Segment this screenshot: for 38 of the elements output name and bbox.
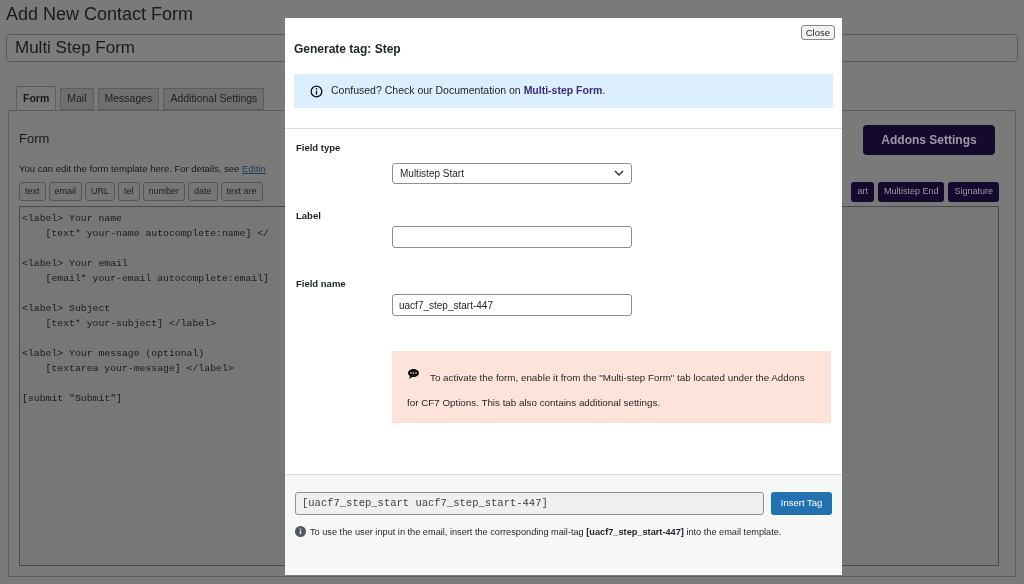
help-text: You can edit the form template here. For details, see Editin: [19, 161, 267, 176]
insert-tag-button[interactable]: Insert Tag: [771, 492, 832, 515]
tag-button[interactable]: text: [19, 181, 46, 201]
tag-button[interactable]: text are: [220, 181, 263, 201]
chevron-down-icon: [614, 170, 624, 178]
field-label: Field type: [296, 141, 342, 155]
tag-button[interactable]: email: [48, 181, 83, 201]
tag-button[interactable]: art: [851, 181, 874, 202]
notice-text: To activate the form, enable it from the "Multi-step Form" tab located under the Addons for CF7 Options. This tab also contains additional settings.: [407, 365, 816, 415]
info-icon: [310, 84, 323, 98]
documentation-link[interactable]: Editin: [242, 162, 266, 174]
dialog-title: Generate tag: Step: [294, 41, 402, 58]
template-code: <label> Your name [text* your-name autocomplete:name] </ <label> Your email [email* your-email autocomplete:email] <label> Subject [text* your-subject] </label> <label> Your message (optional) [textarea your-message] </label> [submit "Submit"]: [22, 211, 269, 406]
tag-code-field[interactable]: [uacf7_step_start uacf7_step_start-447]: [295, 492, 765, 515]
select-value: Multistep Start: [400, 167, 464, 182]
tag-button[interactable]: Multistep End: [877, 181, 945, 202]
tag-button[interactable]: date: [188, 181, 218, 201]
field-label: Field name: [296, 277, 347, 291]
page-title: Add New Contact Form: [6, 3, 195, 25]
info-icon: [295, 526, 306, 538]
close-button[interactable]: Close: [800, 25, 835, 40]
mail-tag-note: To use the user input in the email, insert the corresponding mail-tag [uacf7_step_start-447] into the email template.: [295, 524, 832, 540]
tag-button[interactable]: number: [142, 181, 186, 201]
tab[interactable]: Form: [16, 86, 57, 110]
tab[interactable]: Messages: [97, 88, 160, 110]
tab[interactable]: Additional Settings: [163, 88, 265, 110]
tag-button[interactable]: URL: [85, 181, 116, 201]
addons-settings-button[interactable]: Addons Settings: [863, 125, 995, 155]
text-field[interactable]: uacf7_step_start-447: [392, 294, 632, 317]
tab[interactable]: Mail: [60, 88, 94, 110]
panel-heading: Form: [19, 130, 51, 148]
field-type-select[interactable]: Multistep Start: [392, 163, 632, 185]
info-message: Confused? Check our Documentation on Multi-step Form.: [331, 83, 606, 99]
tag-button[interactable]: Signature: [948, 181, 999, 202]
speech-bubble-icon: [407, 368, 420, 380]
field-label: Label: [296, 209, 322, 223]
text-field[interactable]: [392, 226, 632, 249]
tag-button[interactable]: tel: [118, 181, 140, 201]
